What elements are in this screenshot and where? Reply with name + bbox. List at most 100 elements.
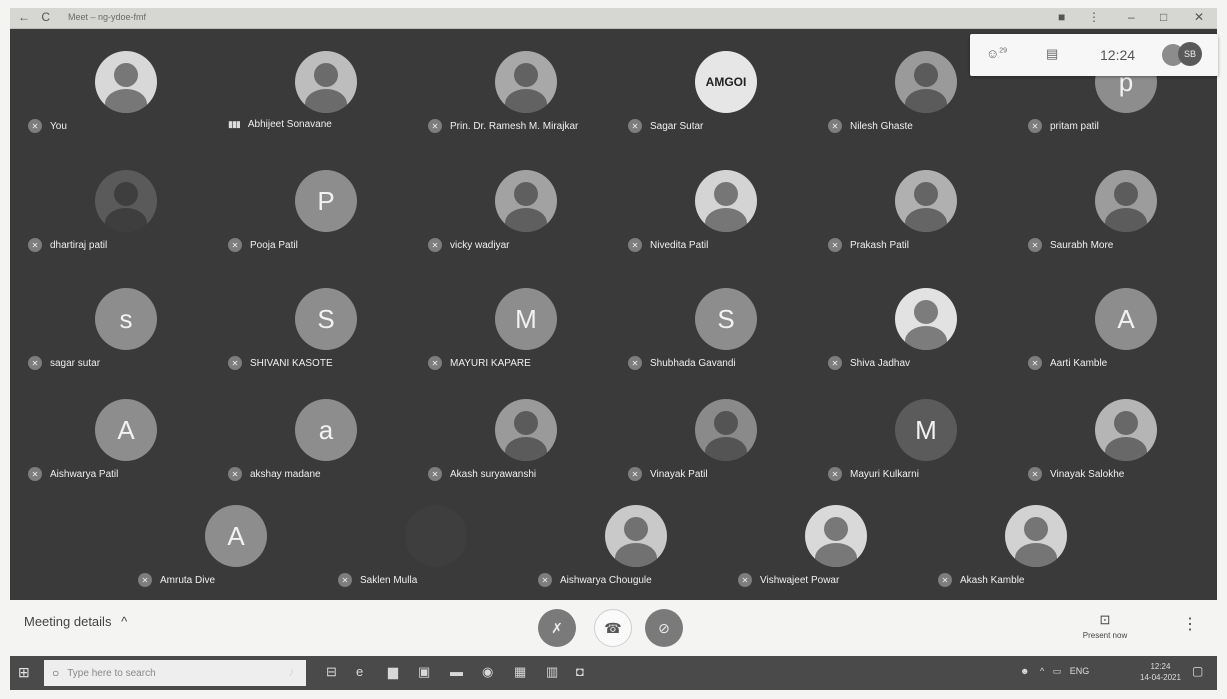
participant-tile[interactable]: a ✕ akshay madane (220, 399, 420, 511)
participant-tile[interactable]: ✕ Nivedita Patil (620, 170, 820, 282)
participant-tile[interactable]: ✕ Prakash Patil (820, 170, 1020, 282)
avatar (295, 51, 357, 113)
participant-tile[interactable]: ✕ Vinayak Salokhe (1020, 399, 1220, 511)
camera-app-icon[interactable]: ◘ (576, 664, 584, 679)
store-icon[interactable]: ▣ (418, 664, 430, 680)
language-indicator[interactable]: ENG (1070, 666, 1090, 676)
avatar: AMGOI (695, 51, 757, 113)
notification-icon[interactable]: ▢ (1192, 664, 1203, 678)
participant-name-line: ✕ Prakash Patil (828, 238, 909, 252)
participant-name: Nivedita Patil (650, 239, 709, 251)
chrome-icon[interactable]: ◉ (482, 664, 493, 680)
reload-icon[interactable]: C (41, 10, 50, 24)
battery-icon[interactable]: ▭ (1053, 666, 1062, 676)
browser-tab-title[interactable]: Meet – ng-ydoe-fmf (68, 12, 146, 22)
participant-name: Amruta Dive (160, 574, 216, 586)
participant-tile[interactable]: M ✕ MAYURI KAPARE (420, 288, 620, 400)
participant-name-line: ✕ vicky wadiyar (428, 238, 509, 252)
participant-tile[interactable]: P ✕ Pooja Patil (220, 170, 420, 282)
participant-name-line: ✕ Mayuri Kulkarni (828, 467, 919, 481)
extension-icon[interactable]: ■ (1058, 10, 1065, 24)
taskbar-date: 14-04-2021 (1140, 673, 1181, 682)
file-explorer-icon[interactable]: ▆ (388, 664, 398, 680)
mic-muted-icon: ✕ (1028, 356, 1042, 370)
avatar (495, 51, 557, 113)
mail-icon[interactable]: ▬ (450, 664, 463, 679)
participant-name: vicky wadiyar (450, 239, 510, 251)
maximize-icon[interactable]: □ (1160, 10, 1167, 24)
participant-name: pritam patil (1050, 120, 1099, 132)
present-now-button[interactable]: ⊡ Present now (1070, 612, 1140, 640)
participant-tile[interactable]: S ✕ Shubhada Gavandi (620, 288, 820, 400)
mic-muted-icon: ✕ (828, 356, 842, 370)
leave-call-button[interactable]: ☎ (594, 609, 632, 647)
participant-name-line: ✕ Vishwajeet Powar (738, 573, 839, 587)
avatar (95, 51, 157, 113)
taskbar-clock[interactable]: 12:24 14-04-2021 (1140, 661, 1181, 683)
people-icon[interactable]: ☺29 (986, 46, 1007, 61)
participant-tile[interactable]: ✕ Vinayak Patil (620, 399, 820, 511)
participant-tile[interactable]: AMGOI ✕ Sagar Sutar (620, 51, 820, 163)
participant-tile[interactable]: ✕ Saurabh More (1020, 170, 1220, 282)
participant-tile[interactable]: A ✕ Aarti Kamble (1020, 288, 1220, 400)
participant-name-line: ✕ MAYURI KAPARE (428, 356, 531, 370)
participant-tile[interactable]: S ✕ SHIVANI KASOTE (220, 288, 420, 400)
participant-name-line: ✕ Aishwarya Patil (28, 467, 118, 481)
participant-tile[interactable]: A ✕ Aishwarya Patil (20, 399, 220, 511)
mic-muted-icon: ✕ (828, 467, 842, 481)
camera-toggle-button[interactable]: ⊘ (645, 609, 683, 647)
participant-name-line: ✕ Saurabh More (1028, 238, 1113, 252)
participant-tile[interactable]: ✕ Shiva Jadhav (820, 288, 1020, 400)
participant-name: Aishwarya Chougule (560, 574, 652, 586)
account-avatar[interactable]: SB (1178, 42, 1202, 66)
kebab-menu-icon[interactable]: ⋮ (1088, 10, 1100, 24)
app-icon[interactable]: ▥ (546, 664, 558, 680)
mic-muted-icon: ✕ (428, 238, 442, 252)
avatar: P (295, 170, 357, 232)
mic-muted-icon: ✕ (228, 356, 242, 370)
participant-tile[interactable]: ✕ Akash suryawanshi (420, 399, 620, 511)
participant-tile[interactable]: M ✕ Mayuri Kulkarni (820, 399, 1020, 511)
taskbar-search-input[interactable]: ○ Type here to search (44, 660, 306, 686)
avatar: a (295, 399, 357, 461)
windows-start-icon[interactable]: ⊞ (18, 664, 30, 681)
participant-tile[interactable]: ✕ vicky wadiyar (420, 170, 620, 282)
participant-tile[interactable]: ✕ dhartiraj patil (20, 170, 220, 282)
participant-name: sagar sutar (50, 357, 101, 369)
minimize-icon[interactable]: – (1128, 10, 1135, 24)
system-tray[interactable]: ☻ ^ ▭ ENG (1020, 666, 1089, 677)
present-now-label: Present now (1082, 631, 1128, 640)
mic-muted-icon: ✕ (228, 238, 242, 252)
participant-tile[interactable]: ✕ Prin. Dr. Ramesh M. Mirajkar (420, 51, 620, 163)
task-view-icon[interactable]: ⊟ (326, 664, 337, 680)
avatar (695, 170, 757, 232)
participant-name-line: ✕ Nivedita Patil (628, 238, 708, 252)
person-icon[interactable]: ☻ (1020, 666, 1029, 676)
logo-text: AMGOI (705, 75, 747, 89)
participant-name: Vinayak Patil (650, 468, 708, 480)
edge-browser-icon[interactable]: e (356, 664, 363, 679)
chat-icon[interactable]: ▤ (1046, 46, 1058, 62)
mic-muted-icon: ✕ (628, 119, 642, 133)
people-count: 29 (999, 47, 1008, 55)
microphone-icon[interactable]: ♪ (288, 664, 295, 679)
avatar: M (895, 399, 957, 461)
participant-tile[interactable]: ✕ You (20, 51, 220, 163)
more-options-icon[interactable]: ⋮ (1182, 614, 1198, 634)
speaking-indicator-icon: ▮▮▮ (228, 119, 241, 129)
participant-tile[interactable]: s ✕ sagar sutar (20, 288, 220, 400)
phone-hangup-icon: ☎ (604, 619, 622, 636)
meeting-controls-bar: Meeting details ^ ✗ ☎ ⊘ ⊡ Present now ⋮ (10, 600, 1217, 656)
participant-name: Akash suryawanshi (450, 468, 537, 480)
mic-toggle-button[interactable]: ✗ (538, 609, 576, 647)
chevron-up-icon[interactable]: ^ (1040, 666, 1044, 676)
back-icon[interactable]: ← (18, 10, 30, 24)
participant-tile[interactable]: ▮▮▮ Abhijeet Sonavane (220, 51, 420, 163)
avatar: M (495, 288, 557, 350)
participant-name: Prakash Patil (850, 239, 909, 251)
mic-muted-icon: ✕ (28, 467, 42, 481)
app-icon[interactable]: ▦ (514, 664, 526, 680)
close-icon[interactable]: ✕ (1194, 10, 1204, 24)
meeting-details-button[interactable]: Meeting details ^ (24, 614, 127, 629)
avatar (1005, 505, 1067, 567)
